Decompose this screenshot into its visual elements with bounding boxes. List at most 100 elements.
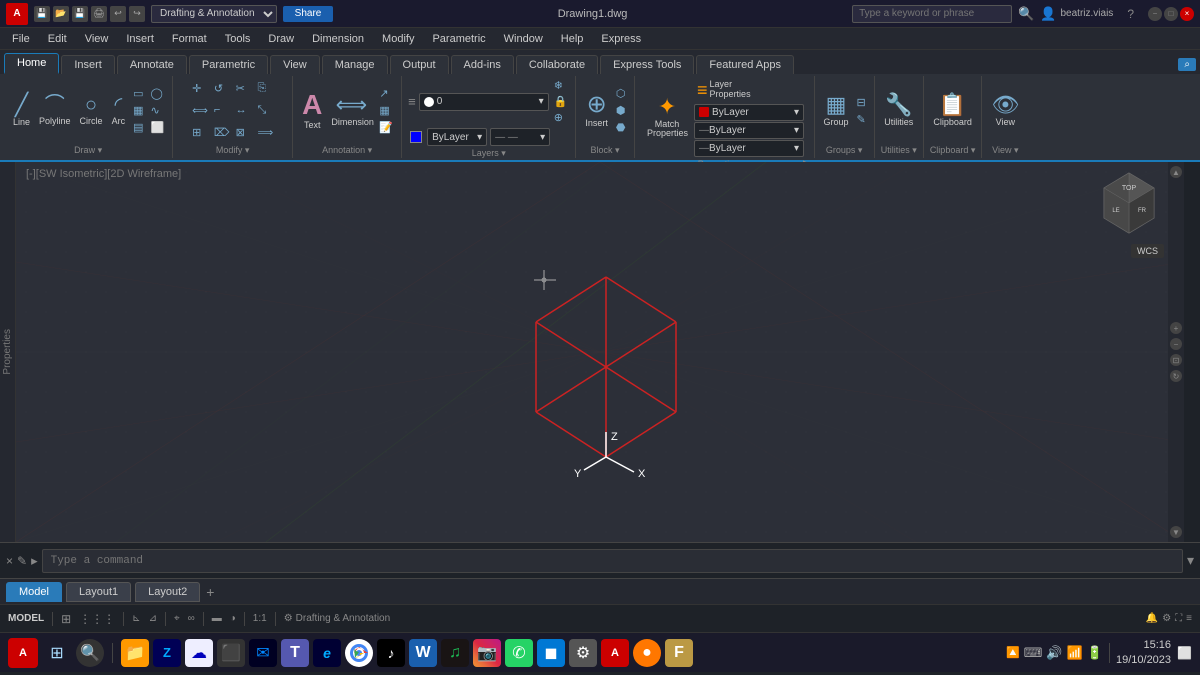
bylayer-1-selector[interactable]: ByLayer ▾	[694, 104, 804, 121]
tool-match-properties[interactable]: ✦ Match Properties	[644, 94, 690, 142]
taskbar-mail[interactable]: ✉	[249, 639, 277, 667]
menu-window[interactable]: Window	[496, 31, 551, 47]
menu-format[interactable]: Format	[164, 31, 215, 47]
search-commands-btn[interactable]: ⌕	[1178, 58, 1196, 71]
taskbar-app-orange[interactable]: ●	[633, 639, 661, 667]
keyboard-icon[interactable]: ⌨	[1024, 645, 1043, 661]
menu-edit[interactable]: Edit	[40, 31, 75, 47]
tab-insert[interactable]: Insert	[61, 55, 115, 74]
mtext-btn[interactable]: 📝	[377, 120, 395, 135]
model-status[interactable]: MODEL	[8, 613, 44, 624]
menu-help[interactable]: Help	[553, 31, 592, 47]
menu-parametric[interactable]: Parametric	[424, 31, 493, 47]
otrack-toggle[interactable]: ∞	[188, 613, 195, 624]
menu-tools[interactable]: Tools	[217, 31, 259, 47]
notifications-btn[interactable]: ⬜	[1177, 646, 1192, 660]
pan-up-btn[interactable]: +	[1170, 322, 1182, 334]
layer-selector[interactable]: 0 ▾	[419, 93, 549, 111]
taskbar-teams[interactable]: T	[281, 639, 309, 667]
share-button[interactable]: Share	[283, 6, 333, 22]
navigation-cube[interactable]: TOP FR LE	[1094, 168, 1164, 238]
open-icon[interactable]: 📂	[53, 6, 69, 22]
taskbar-winapp[interactable]: ◼	[537, 639, 565, 667]
taskbar-instagram[interactable]: 📷	[473, 639, 501, 667]
help-icon[interactable]: ?	[1127, 7, 1134, 21]
polar-toggle[interactable]: ⊿	[149, 613, 157, 624]
taskbar-nextcloud[interactable]: ☁	[185, 639, 213, 667]
minimize-button[interactable]: −	[1148, 7, 1162, 21]
hatch-btn[interactable]: ▦	[131, 103, 145, 118]
taskbar-word[interactable]: W	[409, 639, 437, 667]
tool-layer-properties[interactable]: ≡ Layer Properties	[694, 78, 763, 102]
tool-text[interactable]: A Text	[299, 89, 325, 133]
group-edit-btn[interactable]: ✎	[855, 112, 868, 127]
layer-panel-icon[interactable]: ≡	[408, 94, 416, 109]
view-group-label[interactable]: View	[988, 143, 1022, 156]
battery-icon[interactable]: 🔋	[1087, 645, 1103, 661]
draw-group-label[interactable]: Draw	[10, 143, 166, 156]
pan-extents-btn[interactable]: ⊡	[1170, 354, 1182, 366]
layer-color-btn[interactable]	[408, 130, 424, 144]
menu-express[interactable]: Express	[593, 31, 649, 47]
settings-icon[interactable]: ⚙	[1162, 613, 1171, 624]
search-input[interactable]	[852, 5, 1012, 23]
copy-btn[interactable]: ⎘	[255, 81, 275, 96]
pan-rotate-btn[interactable]: ↻	[1170, 370, 1182, 382]
zoom-scale[interactable]: 1:1	[253, 613, 267, 624]
tool-circle[interactable]: ○ Circle	[77, 93, 106, 129]
workspace-select[interactable]: Drafting & Annotation	[151, 5, 277, 23]
tool-dimension[interactable]: ⟺ Dimension	[328, 92, 374, 130]
tab-view[interactable]: View	[270, 55, 320, 74]
left-properties-panel[interactable]: Properties	[0, 162, 16, 542]
fullscreen-icon[interactable]: ⛶	[1175, 613, 1182, 624]
taskbar-clock[interactable]: 15:16 19/10/2023	[1116, 638, 1171, 667]
taskbar-settings[interactable]: ⚙	[569, 639, 597, 667]
viewport[interactable]: [-][SW Isometric][2D Wireframe]	[16, 162, 1184, 542]
bylayer-2-selector[interactable]: — ByLayer ▾	[694, 122, 804, 139]
windows-start-button[interactable]: ⊞	[42, 638, 72, 668]
cmd-settings-icon[interactable]: ✎	[17, 554, 27, 568]
add-layout-button[interactable]: +	[206, 584, 214, 600]
notification-icon[interactable]: 🔔	[1146, 613, 1158, 624]
maximize-button[interactable]: □	[1164, 7, 1178, 21]
tab-parametric[interactable]: Parametric	[189, 55, 268, 74]
more-layers-btn[interactable]: ⊕	[552, 110, 570, 125]
lock-layer-btn[interactable]: 🔒	[552, 94, 570, 109]
undo-icon[interactable]: ↩	[110, 6, 126, 22]
osnap-toggle[interactable]: ⌖	[174, 613, 180, 624]
define-attrib-btn[interactable]: ⬣	[614, 120, 628, 135]
ellipse-btn[interactable]: ◯	[148, 86, 166, 101]
workspace-switcher[interactable]: ⚙ Drafting & Annotation	[284, 613, 390, 624]
menu-dimension[interactable]: Dimension	[304, 31, 372, 47]
leader-btn[interactable]: ↗	[377, 86, 395, 101]
wcs-label[interactable]: WCS	[1131, 244, 1164, 258]
explode-btn[interactable]: ⊠	[234, 125, 254, 140]
taskbar-tiktok[interactable]: ♪	[377, 639, 405, 667]
taskbar-filezilla[interactable]: F	[665, 639, 693, 667]
menu-draw[interactable]: Draw	[260, 31, 302, 47]
tool-utilities[interactable]: 🔧 Utilities	[881, 92, 916, 130]
pan-down-btn[interactable]: −	[1170, 338, 1182, 350]
freeze-layer-btn[interactable]: ❄	[552, 78, 570, 93]
stretch-btn[interactable]: ↔	[234, 103, 254, 117]
custom-icon[interactable]: ≡	[1186, 613, 1192, 624]
search-icon[interactable]: 🔍	[1018, 6, 1034, 22]
volume-icon[interactable]: 🔊	[1046, 645, 1062, 661]
scroll-up-btn[interactable]: ▲	[1170, 166, 1182, 178]
taskbar-chrome[interactable]	[345, 639, 373, 667]
tab-addins[interactable]: Add-ins	[451, 55, 514, 74]
tab-layout1[interactable]: Layout1	[66, 582, 131, 602]
mirror-btn[interactable]: ⟺	[190, 103, 210, 118]
modify-group-label[interactable]: Modify	[179, 143, 286, 156]
taskbar-whatsapp[interactable]: ✆	[505, 639, 533, 667]
tab-manage[interactable]: Manage	[322, 55, 388, 74]
tool-insert[interactable]: ⊕ Insert	[582, 91, 611, 131]
rectangle-btn[interactable]: ▭	[131, 86, 145, 101]
tool-clipboard[interactable]: 📋 Clipboard	[930, 92, 975, 130]
trim-btn[interactable]: ✂	[234, 81, 254, 96]
save-icon[interactable]: 💾	[72, 6, 88, 22]
close-button[interactable]: ×	[1180, 7, 1194, 21]
command-input[interactable]	[42, 549, 1183, 573]
autocad-taskbar-icon[interactable]: A	[8, 638, 38, 668]
taskbar-file-manager[interactable]: 📁	[121, 639, 149, 667]
